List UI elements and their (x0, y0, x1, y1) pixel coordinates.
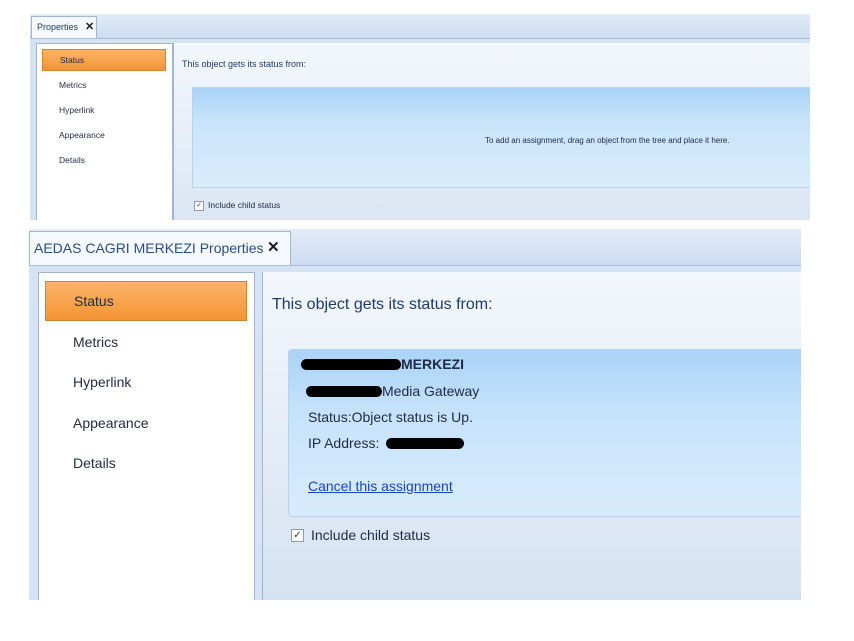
include-child-status-checkbox[interactable]: ✓ (194, 200, 204, 211)
assigned-object-ip: IP Address: (308, 435, 465, 451)
nav-item-status[interactable]: Status (45, 281, 247, 321)
nav-item-status[interactable]: Status (42, 49, 166, 71)
tab-title: Properties (37, 22, 79, 32)
dropzone-hint: To add an assignment, drag an object fro… (485, 136, 730, 145)
nav-item-metrics[interactable]: Metrics (45, 322, 247, 362)
nav-item-details[interactable]: Details (42, 149, 166, 171)
cancel-assignment-link[interactable]: Cancel this assignment (308, 478, 453, 494)
close-icon[interactable]: ✕ (267, 232, 280, 264)
properties-nav: Status Metrics Hyperlink Appearance Deta… (38, 272, 255, 600)
assigned-object-status: Status:Object status is Up. (308, 409, 473, 425)
assigned-object-type: Media Gateway (306, 383, 479, 399)
tab-object-properties[interactable]: AEDAS CAGRI MERKEZI Properties ✕ (29, 231, 291, 265)
status-heading: This object gets its status from: (272, 296, 493, 313)
status-content: This object gets its status from: To add… (173, 43, 810, 220)
tab-title: AEDAS CAGRI MERKEZI Properties (34, 240, 264, 256)
close-icon[interactable]: ✕ (85, 17, 94, 37)
properties-nav: Status Metrics Hyperlink Appearance Deta… (36, 43, 173, 220)
nav-item-metrics[interactable]: Metrics (42, 74, 166, 96)
include-child-status-label: Include child status (208, 200, 281, 210)
assigned-object-name: MERKEZI (301, 356, 464, 372)
nav-item-hyperlink[interactable]: Hyperlink (42, 99, 166, 121)
nav-item-appearance[interactable]: Appearance (45, 403, 247, 443)
properties-panel-large: AEDAS CAGRI MERKEZI Properties ✕ Status … (29, 229, 801, 600)
nav-item-hyperlink[interactable]: Hyperlink (45, 362, 247, 402)
redaction-mark (306, 385, 382, 397)
assignment-dropzone[interactable]: To add an assignment, drag an object fro… (192, 87, 810, 188)
assignment-box: MERKEZI Media Gateway Status:Object stat… (288, 349, 801, 517)
status-heading: This object gets its status from: (182, 59, 307, 69)
include-child-status-label: Include child status (311, 527, 431, 543)
properties-panel-small: Properties ✕ Status Metrics Hyperlink Ap… (30, 14, 810, 220)
include-child-status-row[interactable]: ✓ Include child status (194, 200, 280, 211)
tab-strip: AEDAS CAGRI MERKEZI Properties ✕ (29, 229, 801, 266)
nav-item-details[interactable]: Details (45, 443, 247, 483)
include-child-status-checkbox[interactable]: ✓ (291, 528, 304, 542)
tab-strip: Properties ✕ (30, 14, 810, 39)
redaction-mark (386, 437, 465, 449)
tab-properties[interactable]: Properties ✕ (31, 16, 97, 38)
include-child-status-row[interactable]: ✓ Include child status (291, 527, 430, 543)
redaction-mark (301, 358, 401, 370)
status-content: This object gets its status from: MERKEZ… (262, 272, 801, 600)
nav-item-appearance[interactable]: Appearance (42, 124, 166, 146)
